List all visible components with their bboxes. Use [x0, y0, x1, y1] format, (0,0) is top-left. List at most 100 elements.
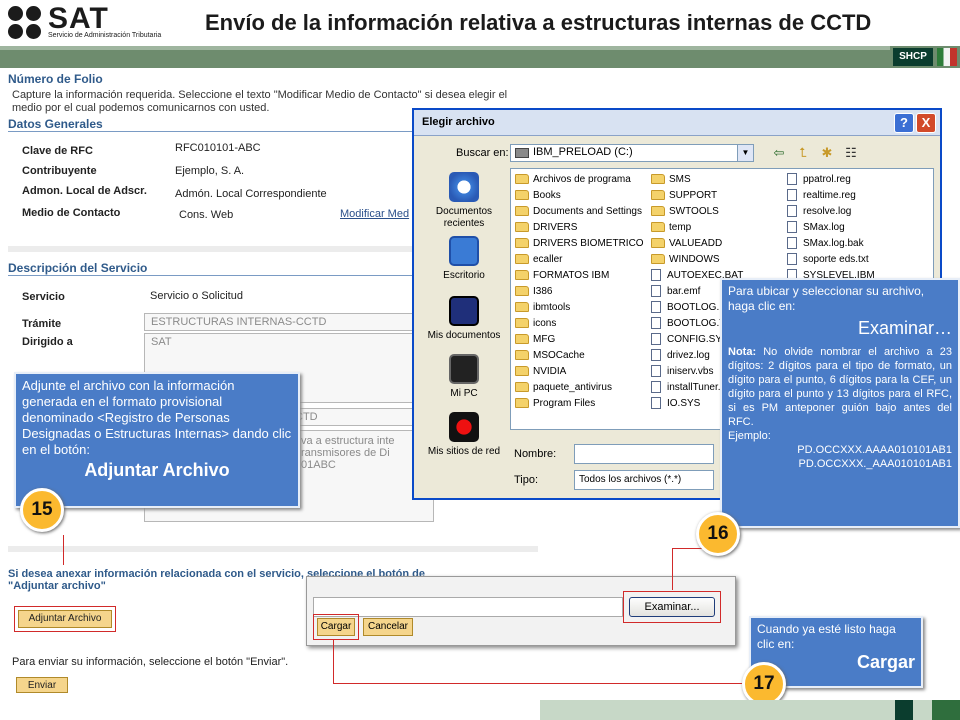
- file-list-item[interactable]: Documents and Settings: [515, 203, 644, 219]
- file-name: Books: [533, 189, 561, 201]
- tramite-field[interactable]: ESTRUCTURAS INTERNAS-CCTD: [144, 313, 414, 331]
- file-path-input[interactable]: [313, 597, 623, 617]
- file-list-item[interactable]: ecaller: [515, 251, 644, 267]
- file-list-item[interactable]: SUPPORT: [651, 187, 743, 203]
- place-label: Documentos recientes: [435, 206, 493, 229]
- file-icon: [651, 397, 661, 409]
- service-heading: Descripción del Servicio: [8, 261, 148, 275]
- place-network[interactable]: Mis sitios de red: [422, 412, 506, 458]
- folder-icon: [651, 222, 665, 232]
- file-list-item[interactable]: WINDOWS: [651, 251, 743, 267]
- file-name: temp: [669, 221, 692, 233]
- file-list-item[interactable]: VALUEADD: [651, 235, 743, 251]
- network-places-icon: [449, 412, 479, 442]
- folder-icon: [515, 334, 529, 344]
- example-1: PD.OCCXXX.AAAA010101AB1: [797, 444, 952, 456]
- section-separator: [8, 546, 538, 552]
- file-name: SWTOOLS: [669, 205, 719, 217]
- file-icon: [651, 333, 661, 345]
- file-list-item[interactable]: realtime.reg: [787, 187, 875, 203]
- file-icon: [787, 205, 797, 217]
- file-name: paquete_antivirus: [533, 381, 612, 393]
- send-button[interactable]: Enviar: [16, 677, 68, 693]
- rfc-value: RFC010101-ABC: [175, 142, 261, 154]
- file-list-item[interactable]: SWTOOLS: [651, 203, 743, 219]
- header-band: [0, 46, 960, 68]
- place-desktop[interactable]: Escritorio: [422, 236, 506, 282]
- place-label: Mis documentos: [427, 330, 501, 341]
- dirigido-label: Dirigido a: [22, 336, 73, 348]
- cancel-button[interactable]: Cancelar: [363, 618, 413, 636]
- file-list-item[interactable]: DRIVERS: [515, 219, 644, 235]
- file-list-item[interactable]: Books: [515, 187, 644, 203]
- step-number-badge: 15: [20, 488, 64, 532]
- help-button[interactable]: ?: [894, 113, 914, 133]
- file-name: I386: [533, 285, 553, 297]
- file-list-item[interactable]: DRIVERS BIOMETRICO: [515, 235, 644, 251]
- file-list-item[interactable]: icons: [515, 315, 644, 331]
- place-my-pc[interactable]: Mi PC: [422, 354, 506, 400]
- file-list-item[interactable]: MFG: [515, 331, 644, 347]
- callout-text: Cuando ya esté listo haga clic en:: [757, 622, 896, 651]
- file-icon: [651, 285, 661, 297]
- chevron-down-icon[interactable]: ▼: [737, 145, 753, 161]
- file-name: SMS: [669, 173, 691, 185]
- file-name: drivez.log: [667, 349, 710, 361]
- lookin-select[interactable]: IBM_PRELOAD (C:) ▼: [510, 144, 754, 162]
- sat-logo-mark-icon: [8, 6, 44, 40]
- file-list-item[interactable]: paquete_antivirus: [515, 379, 644, 395]
- file-name: resolve.log: [803, 205, 852, 217]
- file-name: installTuner.: [667, 381, 721, 393]
- back-icon[interactable]: ⇦: [770, 145, 788, 161]
- page-title: Envío de la información relativa a estru…: [205, 10, 872, 35]
- modify-contact-link[interactable]: Modificar Med: [340, 208, 409, 220]
- place-label: Mis sitios de red: [427, 446, 501, 457]
- file-list-item[interactable]: SMax.log: [787, 219, 875, 235]
- file-name: bar.emf: [667, 285, 701, 297]
- dialog-toolbar: ⇦ ⮤ ✱ ☷: [770, 144, 866, 162]
- file-list-item[interactable]: temp: [651, 219, 743, 235]
- example-2: PD.OCCXXX._AAA010101AB1: [798, 458, 952, 470]
- file-list-item[interactable]: SMS: [651, 171, 743, 187]
- folder-icon: [515, 350, 529, 360]
- highlight-box: [623, 591, 721, 623]
- view-menu-icon[interactable]: ☷: [842, 145, 860, 161]
- folder-icon: [515, 270, 529, 280]
- folder-icon: [515, 190, 529, 200]
- footer-band: [540, 700, 960, 720]
- place-my-documents[interactable]: Mis documentos: [422, 296, 506, 342]
- folder-icon: [515, 174, 529, 184]
- up-folder-icon[interactable]: ⮤: [794, 145, 812, 161]
- dialog-title: Elegir archivo: [422, 116, 495, 128]
- step-number-badge: 16: [696, 512, 740, 556]
- filename-input[interactable]: [574, 444, 714, 464]
- file-list-item[interactable]: soporte eds.txt: [787, 251, 875, 267]
- send-instructions: Para enviar su información, seleccione e…: [12, 656, 289, 668]
- file-icon: [787, 189, 797, 201]
- file-list-item[interactable]: NVIDIA: [515, 363, 644, 379]
- file-icon: [787, 253, 797, 265]
- file-list-item[interactable]: SMax.log.bak: [787, 235, 875, 251]
- folder-icon: [651, 174, 665, 184]
- place-recent[interactable]: Documentos recientes: [422, 172, 506, 230]
- file-list-item[interactable]: ibmtools: [515, 299, 644, 315]
- file-icon: [651, 365, 661, 377]
- new-folder-icon[interactable]: ✱: [818, 145, 836, 161]
- file-list-item[interactable]: Archivos de programa: [515, 171, 644, 187]
- file-name: iniserv.vbs: [667, 365, 714, 377]
- admon-label: Admon. Local de Adscr.: [22, 185, 147, 197]
- file-icon: [651, 269, 661, 281]
- place-label: Mi PC: [450, 388, 478, 399]
- file-list-item[interactable]: I386: [515, 283, 644, 299]
- close-button[interactable]: X: [916, 113, 936, 133]
- attach-instructions-2: "Adjuntar archivo": [8, 580, 106, 592]
- my-computer-icon: [449, 354, 479, 384]
- file-list-item[interactable]: ppatrol.reg: [787, 171, 875, 187]
- file-list-item[interactable]: Program Files: [515, 395, 644, 411]
- file-list-item[interactable]: FORMATOS IBM: [515, 267, 644, 283]
- filetype-select[interactable]: Todos los archivos (*.*): [574, 470, 714, 490]
- file-list-item[interactable]: resolve.log: [787, 203, 875, 219]
- file-list-item[interactable]: MSOCache: [515, 347, 644, 363]
- folder-icon: [515, 398, 529, 408]
- contrib-label: Contribuyente: [22, 165, 97, 177]
